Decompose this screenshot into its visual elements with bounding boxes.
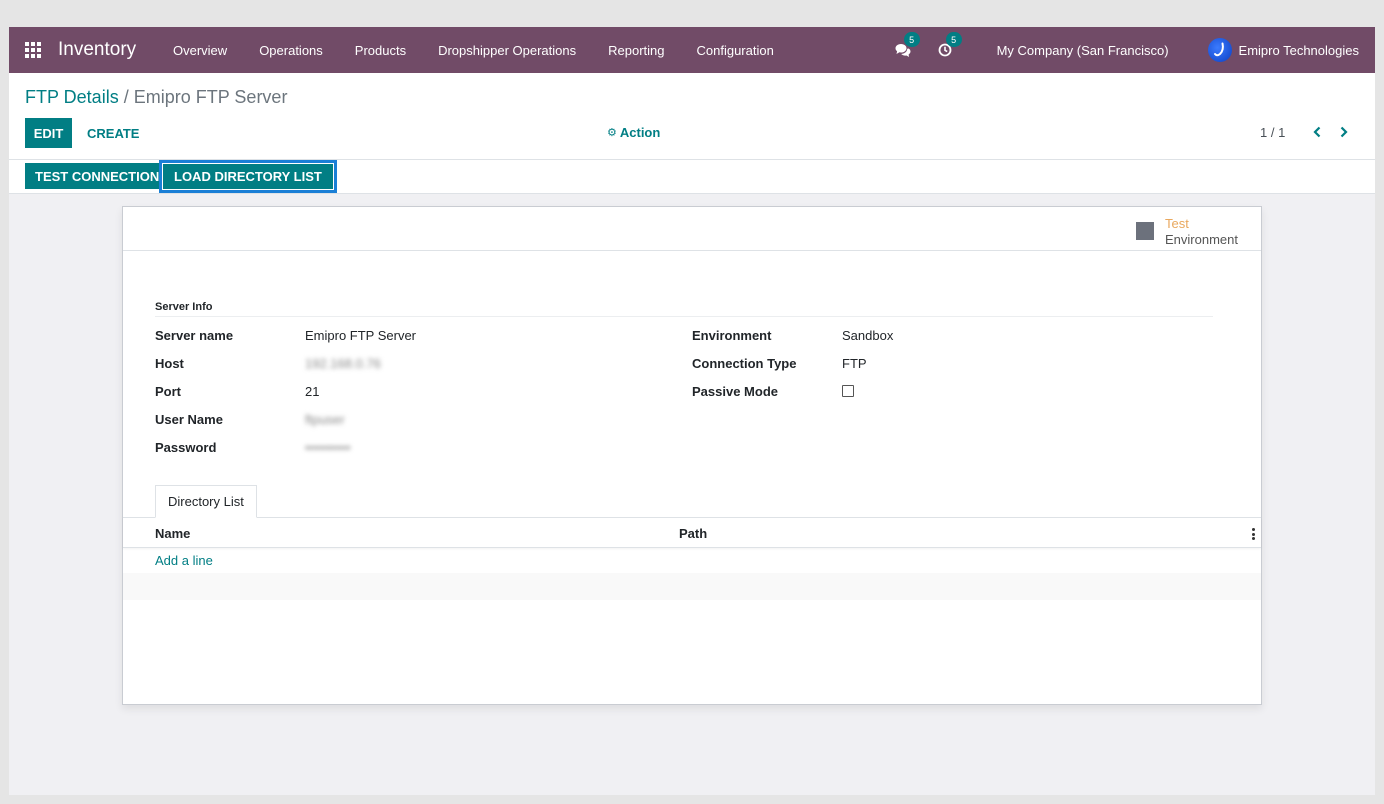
control-panel: FTP Details / Emipro FTP Server EDIT CRE… [9, 73, 1375, 160]
menu-products[interactable]: Products [339, 43, 422, 58]
messages-count-badge: 5 [903, 32, 920, 47]
field-server-name: Server name Emipro FTP Server [155, 325, 416, 345]
field-port: Port 21 [155, 381, 319, 401]
pager-value[interactable]: 1 / 1 [1260, 125, 1285, 140]
company-switcher[interactable]: My Company (San Francisco) [997, 43, 1169, 58]
form-sheet: Test Environment Server Info Server name… [122, 206, 1262, 705]
user-name: Emipro Technologies [1238, 42, 1359, 58]
breadcrumb: FTP Details / Emipro FTP Server [25, 87, 287, 108]
form-statusbar: TEST CONNECTION LOAD DIRECTORY LIST [9, 160, 1375, 194]
company-logo-icon [1213, 42, 1224, 57]
app-window: Inventory Overview Operations Products D… [9, 27, 1375, 795]
field-label: Passive Mode [692, 383, 778, 399]
menu-configuration[interactable]: Configuration [681, 43, 790, 58]
field-user-name: User Name ftpuser [155, 409, 345, 429]
column-header-path[interactable]: Path [679, 526, 707, 541]
stat-text: Test Environment [1165, 216, 1238, 248]
button-box: Test Environment [123, 207, 1261, 251]
menu-dropshipper-operations[interactable]: Dropshipper Operations [422, 43, 592, 58]
main-menu: Overview Operations Products Dropshipper… [157, 27, 790, 73]
field-label: Host [155, 355, 184, 371]
list-header: Name Path [123, 518, 1261, 548]
menu-reporting[interactable]: Reporting [592, 43, 680, 58]
add-line-link[interactable]: Add a line [155, 553, 213, 568]
field-connection-type: Connection Type FTP [692, 353, 867, 373]
pager-next-button[interactable] [1336, 124, 1352, 140]
optional-columns-icon[interactable] [1252, 528, 1256, 540]
column-header-name[interactable]: Name [155, 526, 190, 541]
breadcrumb-parent[interactable]: FTP Details [25, 87, 119, 107]
field-label: Connection Type [692, 355, 797, 371]
action-dropdown[interactable]: ⚙ Action [607, 125, 660, 140]
user-avatar [1207, 38, 1232, 62]
activities-button[interactable]: 5 [935, 32, 962, 60]
field-environment: Environment Sandbox [692, 325, 893, 345]
group-divider [155, 316, 1213, 317]
field-value: FTP [842, 355, 867, 371]
environment-stat-button[interactable]: Test Environment [1136, 216, 1238, 248]
action-label: Action [619, 125, 661, 140]
menu-operations[interactable]: Operations [243, 43, 339, 58]
field-value: 21 [305, 383, 320, 399]
field-label: Password [155, 439, 217, 455]
toggle-square-icon [1136, 222, 1154, 240]
field-label: Port [155, 383, 181, 399]
field-label: Environment [692, 327, 772, 343]
pager-previous-button[interactable] [1309, 124, 1325, 140]
field-host: Host 192.168.0.76 [155, 353, 381, 373]
field-value: ftpuser [305, 411, 345, 427]
tab-directory-list[interactable]: Directory List [155, 485, 257, 518]
field-value: •••••••••• [305, 439, 351, 455]
load-directory-list-button[interactable]: LOAD DIRECTORY LIST [159, 160, 337, 193]
empty-list-row [123, 600, 1261, 627]
top-navbar: Inventory Overview Operations Products D… [9, 27, 1375, 73]
edit-button[interactable]: EDIT [25, 118, 72, 148]
messages-button[interactable]: 5 [893, 32, 920, 60]
user-menu[interactable]: Emipro Technologies [1207, 38, 1359, 62]
test-connection-button[interactable]: TEST CONNECTION [25, 163, 170, 189]
field-value: 192.168.0.76 [305, 355, 381, 371]
stat-value: Test [1165, 216, 1189, 231]
gear-icon: ⚙ [607, 127, 617, 139]
field-passive-mode: Passive Mode [692, 381, 854, 401]
passive-mode-checkbox[interactable] [842, 385, 854, 397]
field-label: Server name [155, 327, 234, 343]
chevron-left-icon [1313, 126, 1321, 138]
create-button[interactable]: CREATE [77, 118, 149, 148]
menu-overview[interactable]: Overview [157, 43, 243, 58]
apps-grid-icon[interactable] [25, 42, 41, 58]
chevron-right-icon [1340, 126, 1348, 138]
navbar-systray: 5 5 My Company (San Francisco) Emipro Te… [893, 27, 1375, 73]
breadcrumb-current: Emipro FTP Server [133, 87, 288, 107]
app-brand[interactable]: Inventory [58, 39, 136, 61]
field-password: Password •••••••••• [155, 437, 351, 457]
activities-count-badge: 5 [945, 32, 962, 47]
field-value: Sandbox [842, 327, 894, 343]
field-value: Emipro FTP Server [305, 327, 417, 343]
breadcrumb-separator: / [123, 87, 134, 107]
stat-label: Environment [1165, 232, 1238, 247]
empty-list-row [123, 573, 1261, 600]
group-title: Server Info [155, 301, 213, 313]
field-label: User Name [155, 411, 223, 427]
